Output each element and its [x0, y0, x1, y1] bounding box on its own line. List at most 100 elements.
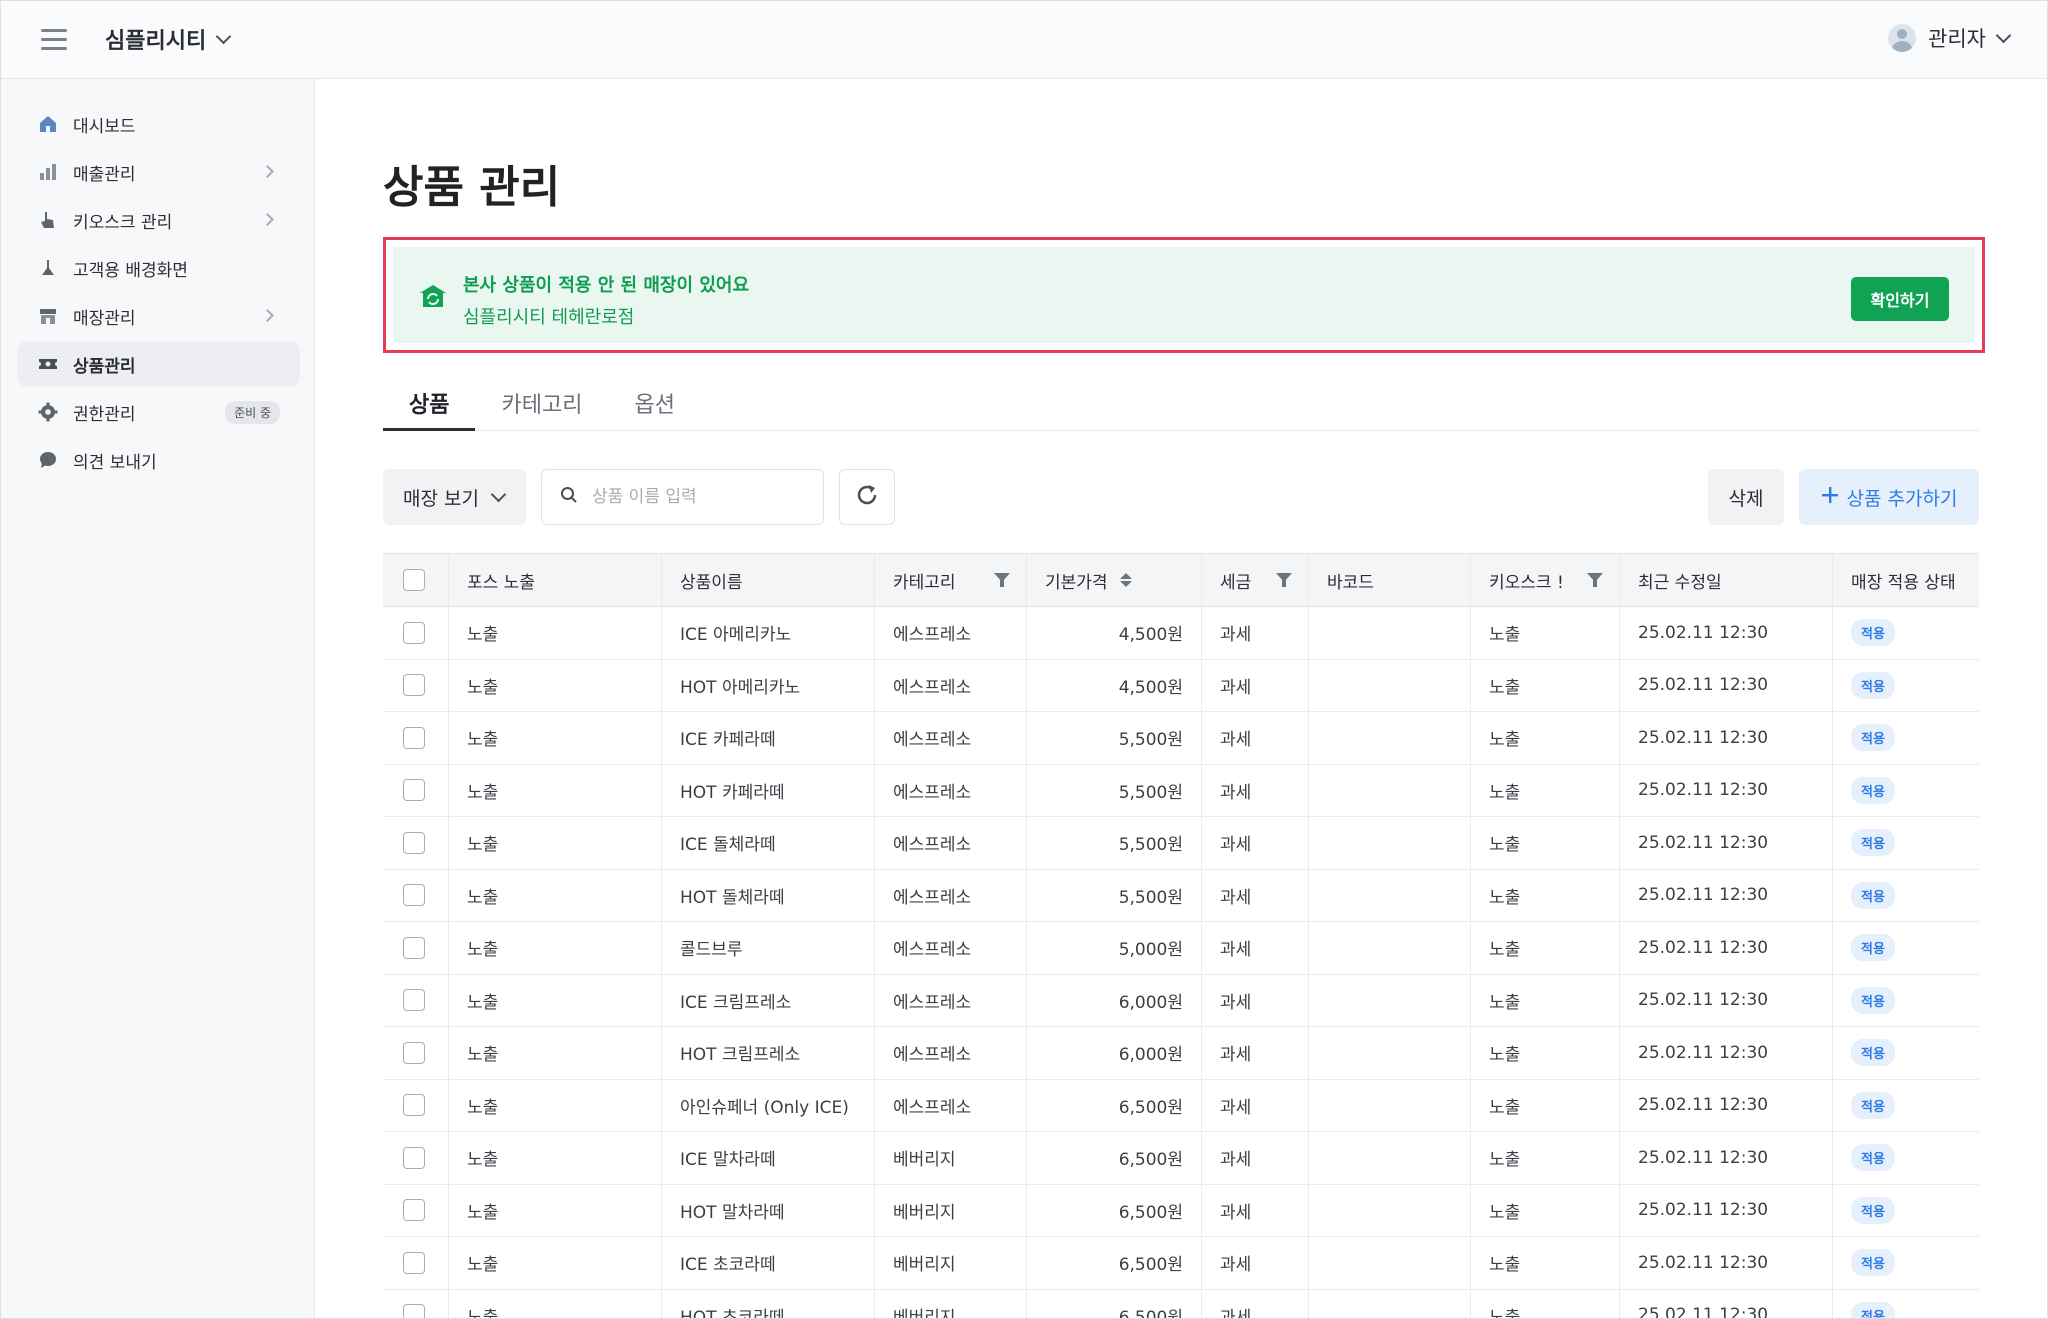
tab-options[interactable]: 옵션: [608, 375, 700, 431]
table-row[interactable]: 노출 ICE 초코라떼 베버리지 6,500원 과세 노출 25.02.11 12:30 적용: [383, 1237, 1979, 1290]
table-cell: 적용: [1833, 1290, 1979, 1318]
row-checkbox[interactable]: [403, 1251, 425, 1274]
sidebar-item-label: 의견 보내기: [73, 452, 157, 473]
status-badge: 적용: [1851, 724, 1895, 752]
user-menu[interactable]: 관리자: [1888, 23, 2012, 53]
sort-icon[interactable]: [1119, 573, 1132, 587]
row-checkbox[interactable]: [403, 621, 425, 644]
row-checkbox[interactable]: [403, 726, 425, 749]
table-cell: ICE 돌체라떼: [662, 817, 875, 869]
status-badge: 적용: [1851, 1249, 1895, 1277]
column-header-kiosk: 키오스크 !: [1471, 554, 1620, 606]
table-cell: 25.02.11 12:30: [1620, 1289, 1833, 1318]
row-checkbox[interactable]: [403, 1146, 425, 1169]
table-cell: 노출: [1471, 1237, 1620, 1289]
table-cell: 25.02.11 12:30: [1620, 712, 1833, 764]
sidebar-item-stores[interactable]: 매장관리: [17, 293, 300, 339]
menu-icon[interactable]: [41, 29, 67, 51]
table-cell: 아인슈페너 (Only ICE): [662, 1079, 875, 1131]
row-checkbox-cell: [383, 1184, 449, 1236]
filter-icon[interactable]: [1587, 573, 1603, 587]
search-input[interactable]: [592, 487, 792, 507]
table-cell: [1309, 922, 1471, 974]
column-header: 최근 수정일: [1620, 554, 1833, 606]
row-checkbox[interactable]: [403, 831, 425, 854]
table-cell: 5,000원: [1027, 922, 1202, 974]
delete-button[interactable]: 삭제: [1708, 469, 1784, 525]
sidebar-item-label: 상품관리: [73, 356, 136, 377]
confirm-button[interactable]: 확인하기: [1851, 277, 1949, 321]
row-checkbox[interactable]: [403, 1199, 425, 1222]
table-row[interactable]: 노출 ICE 아메리카노 에스프레소 4,500원 과세 노출 25.02.11 12:30…: [383, 607, 1979, 660]
table-cell: 노출: [449, 922, 662, 974]
add-product-button[interactable]: 상품 추가하기: [1799, 469, 1979, 525]
table-cell: 5,500원: [1027, 764, 1202, 816]
table-row[interactable]: 노출 HOT 아메리카노 에스프레소 4,500원 과세 노출 25.02.11 12:30…: [383, 659, 1979, 712]
row-checkbox[interactable]: [403, 936, 425, 959]
brush-icon: [37, 257, 59, 279]
table-row[interactable]: 노출 콜드브루 에스프레소 5,000원 과세 노출 25.02.11 12:30 적용: [383, 922, 1979, 975]
row-checkbox-cell: [383, 922, 449, 974]
notice-inner: 본사 상품이 적용 안 된 매장이 있어요 심플리시티 테헤란로점 확인하기: [393, 247, 1975, 343]
row-checkbox[interactable]: [403, 1094, 425, 1117]
refresh-button[interactable]: [839, 469, 895, 525]
table-row[interactable]: 노출 HOT 말차라떼 베버리지 6,500원 과세 노출 25.02.11 12:30 적용: [383, 1184, 1979, 1237]
brand-selector[interactable]: 심플리시티: [105, 23, 232, 55]
row-checkbox[interactable]: [403, 1041, 425, 1064]
table-cell: 노출: [449, 1289, 662, 1318]
row-checkbox[interactable]: [403, 1304, 425, 1318]
table-row[interactable]: 노출 ICE 크림프레소 에스프레소 6,000원 과세 노출 25.02.11 12:30…: [383, 974, 1979, 1027]
status-badge: 적용: [1851, 671, 1895, 699]
sidebar-item-kiosk[interactable]: 키오스크 관리: [17, 197, 300, 243]
table-cell: 노출: [449, 1237, 662, 1289]
table-row[interactable]: 노출 HOT 초코라떼 베버리지 6,500원 과세 노출 25.02.11 12:30 적용: [383, 1289, 1979, 1318]
table-cell: 6,500원: [1027, 1237, 1202, 1289]
search-icon: [560, 486, 578, 508]
sidebar-item-customer-background[interactable]: 고객용 배경화면: [17, 245, 300, 291]
table-row[interactable]: 노출 아인슈페너 (Only ICE) 에스프레소 6,500원 과세 노출 25.02.1…: [383, 1079, 1979, 1132]
table-cell: 적용: [1833, 1237, 1979, 1289]
select-all-checkbox[interactable]: [403, 569, 425, 591]
sidebar-item-feedback[interactable]: 의견 보내기: [17, 437, 300, 483]
sidebar-item-sales[interactable]: 매출관리: [17, 149, 300, 195]
row-checkbox[interactable]: [403, 884, 425, 907]
column-header: 바코드: [1309, 554, 1471, 606]
sidebar-item-dashboard[interactable]: 대시보드: [17, 101, 300, 147]
column-header: 매장 적용 상태: [1851, 572, 1956, 593]
table-cell: HOT 크림프레소: [662, 1027, 875, 1079]
table-cell: 25.02.11 12:30: [1620, 1184, 1833, 1236]
notice-store-name: 심플리시티 테헤란로점: [463, 307, 635, 328]
store-view-select[interactable]: 매장 보기: [383, 469, 526, 525]
table-cell: 베버리지: [875, 1237, 1027, 1289]
brand-name: 심플리시티: [105, 29, 207, 54]
row-checkbox[interactable]: [403, 779, 425, 802]
sidebar-item-products[interactable]: 상품관리: [17, 341, 300, 387]
filter-icon[interactable]: [994, 573, 1010, 587]
table-row[interactable]: 노출 HOT 크림프레소 에스프레소 6,000원 과세 노출 25.02.11 12:30…: [383, 1027, 1979, 1080]
table-row[interactable]: 노출 ICE 말차라떼 베버리지 6,500원 과세 노출 25.02.11 12:30 적용: [383, 1132, 1979, 1185]
row-checkbox[interactable]: [403, 989, 425, 1012]
table-cell: 베버리지: [875, 1289, 1027, 1318]
sidebar-item-permissions[interactable]: 권한관리 준비 중: [17, 389, 300, 435]
status-badge: 준비 중: [225, 401, 280, 424]
table-row[interactable]: 노출 HOT 카페라떼 에스프레소 5,500원 과세 노출 25.02.11 12:30 적…: [383, 764, 1979, 817]
row-checkbox[interactable]: [403, 674, 425, 697]
table-row[interactable]: 노출 ICE 돌체라떼 에스프레소 5,500원 과세 노출 25.02.11 12:30 적…: [383, 817, 1979, 870]
sidebar: 대시보드 매출관리 키오스크 관리 고객용 배경화면 매장관리 상품관리 권한관…: [1, 79, 315, 1318]
store-sync-icon: [419, 283, 447, 309]
table-cell: 25.02.11 12:30: [1620, 817, 1833, 869]
table-cell: 노출: [449, 764, 662, 816]
table-row[interactable]: 노출 HOT 돌체라떼 에스프레소 5,500원 과세 노출 25.02.11 12:30 적…: [383, 869, 1979, 922]
table-cell: [1309, 1289, 1471, 1318]
table-cell: [1309, 1079, 1471, 1131]
table-cell: 25.02.11 12:30: [1620, 1132, 1833, 1184]
tab-products[interactable]: 상품: [383, 375, 476, 431]
table-cell: 25.02.11 12:30: [1620, 869, 1833, 921]
table-row[interactable]: 노출 ICE 카페라떼 에스프레소 5,500원 과세 노출 25.02.11 12:30 적…: [383, 712, 1979, 765]
row-checkbox-cell: [383, 1079, 449, 1131]
chevron-right-icon: [261, 213, 274, 226]
filter-icon[interactable]: [1276, 573, 1292, 587]
table-cell: HOT 카페라떼: [662, 764, 875, 816]
sidebar-item-label: 대시보드: [73, 116, 136, 137]
tab-categories[interactable]: 카테고리: [475, 375, 608, 431]
